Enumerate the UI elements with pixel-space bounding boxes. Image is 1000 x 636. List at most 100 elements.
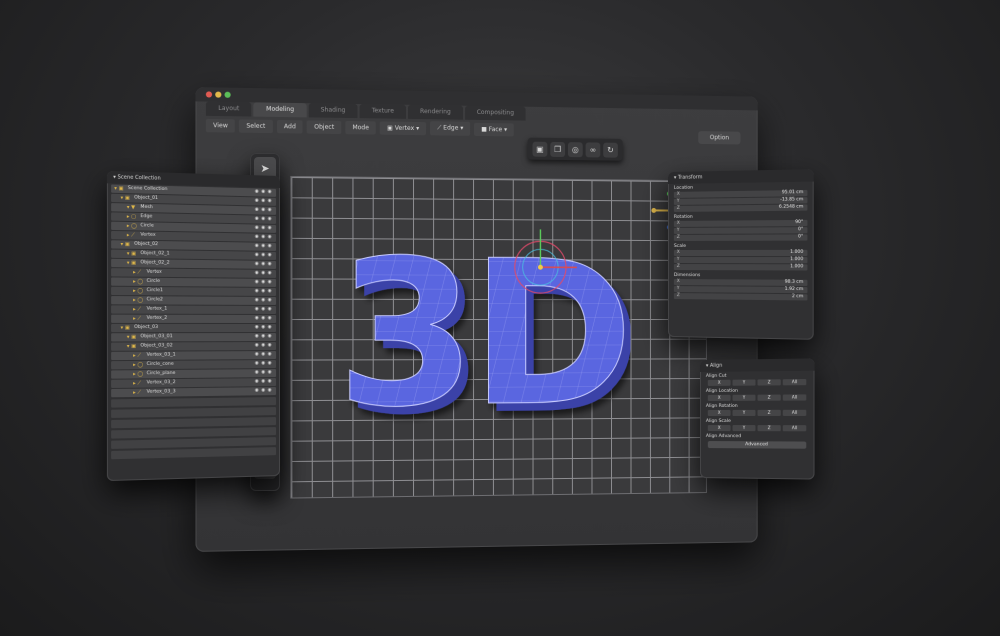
outliner-row[interactable]: ▸ ◯ Circle_plane ◉ ◉ ◉: [111, 369, 276, 379]
tab-shading[interactable]: Shading: [308, 103, 357, 118]
outliner-item-icon: ▸ ◯: [133, 297, 143, 303]
align-advanced-label: Align Advanced: [700, 432, 815, 440]
outliner-row[interactable]: ▸ ⟋ Vertex_2 ◉ ◉ ◉: [111, 315, 276, 323]
outliner-item-icon: ▾ ▣: [121, 325, 130, 331]
outliner-row[interactable]: ▸ ⟋ Vertex_1 ◉ ◉ ◉: [111, 305, 276, 314]
transform-section-rotation: Rotation: [668, 212, 814, 220]
tab-layout[interactable]: Layout: [206, 102, 252, 117]
visibility-toggle-icon[interactable]: ◉ ◉ ◉: [255, 361, 272, 366]
dimensions-y-field[interactable]: Y 1.92 cm: [674, 286, 808, 293]
field-value: 2 cm: [792, 294, 803, 299]
visibility-toggle-icon[interactable]: ◉ ◉ ◉: [255, 334, 272, 339]
outliner-item-label: Circle1: [147, 288, 163, 293]
menu-item-6[interactable]: ⟋ Edge ▾: [430, 121, 470, 136]
visibility-toggle-icon[interactable]: ◉ ◉ ◉: [255, 207, 272, 212]
align-x-button[interactable]: X: [708, 410, 731, 416]
outliner-row[interactable]: ▸ ◯ Circle ◉ ◉ ◉: [111, 277, 276, 287]
menu-item-2[interactable]: Add: [277, 119, 303, 133]
align-all-button[interactable]: All: [783, 394, 807, 400]
field-value: 90°: [795, 220, 803, 225]
rotation-z-field[interactable]: Z 0°: [674, 234, 808, 241]
menu-item-5[interactable]: ▣ Vertex ▾: [380, 121, 426, 135]
align-y-button[interactable]: Y: [733, 379, 756, 385]
align-x-button[interactable]: X: [708, 380, 731, 386]
refresh-icon[interactable]: ↻: [603, 142, 618, 157]
target-icon[interactable]: ◎: [568, 142, 583, 157]
tab-rendering[interactable]: Rendering: [408, 105, 463, 120]
visibility-toggle-icon[interactable]: ◉ ◉ ◉: [255, 280, 272, 285]
align-x-button[interactable]: X: [708, 425, 731, 431]
align-all-button[interactable]: All: [783, 379, 807, 385]
align-all-button[interactable]: All: [783, 425, 807, 431]
location-z-field[interactable]: Z 6.2548 cm: [674, 204, 808, 212]
outliner-row[interactable]: ▸ ◯ Circle1 ◉ ◉ ◉: [111, 287, 276, 296]
menu-item-7[interactable]: ■ Face ▾: [474, 122, 514, 136]
advanced-button[interactable]: Advanced: [708, 441, 806, 449]
scale-z-field[interactable]: Z 1.000: [674, 264, 808, 270]
visibility-toggle-icon[interactable]: ◉ ◉ ◉: [255, 262, 272, 267]
visibility-toggle-icon[interactable]: ◉ ◉ ◉: [255, 289, 272, 294]
dimensions-x-field[interactable]: X 98.3 cm: [674, 279, 808, 286]
visibility-toggle-icon[interactable]: ◉ ◉ ◉: [255, 388, 272, 393]
outliner-row[interactable]: ▾ ▣ Object_03_01 ◉ ◉ ◉: [111, 333, 276, 341]
visibility-toggle-icon[interactable]: ◉ ◉ ◉: [255, 316, 272, 321]
visibility-toggle-icon[interactable]: ◉ ◉ ◉: [255, 379, 272, 384]
visibility-toggle-icon[interactable]: ◉ ◉ ◉: [255, 198, 272, 203]
tab-texture[interactable]: Texture: [360, 104, 406, 119]
outliner-row[interactable]: ▸ ⟋ Vertex_03_1 ◉ ◉ ◉: [111, 351, 276, 360]
viewport-tool-cluster: ▣ ❐ ◎ ∞ ↻: [528, 138, 623, 161]
visibility-toggle-icon[interactable]: ◉ ◉ ◉: [255, 235, 272, 240]
visibility-toggle-icon[interactable]: ◉ ◉ ◉: [255, 343, 272, 348]
tab-compositing[interactable]: Compositing: [465, 106, 526, 121]
outliner-row[interactable]: ▾ ▣ Object_03_02 ◉ ◉ ◉: [111, 342, 276, 351]
menu-item-3[interactable]: Object: [307, 120, 341, 134]
align-y-button[interactable]: Y: [733, 395, 756, 401]
visibility-toggle-icon[interactable]: ◉ ◉ ◉: [255, 298, 272, 303]
align-section-label: Align Location: [700, 386, 815, 394]
outliner-row[interactable]: ▸ ⟋ Vertex_03_3 ◉ ◉ ◉: [111, 387, 276, 397]
scale-x-field[interactable]: X 1.000: [674, 250, 808, 256]
align-all-button[interactable]: All: [783, 410, 807, 416]
3d-text-model[interactable]: 3D 3D 3D: [332, 218, 630, 430]
3d-viewport[interactable]: 3D 3D 3D: [290, 176, 707, 499]
scale-y-field[interactable]: Y 1.000: [674, 257, 808, 263]
outliner-item-label: Vertex_1: [147, 307, 168, 312]
align-z-button[interactable]: Z: [758, 410, 781, 416]
align-section-label: Align Cut: [700, 371, 815, 379]
outliner-row[interactable]: ▸ ◯ Circle2 ◉ ◉ ◉: [111, 296, 276, 305]
visibility-toggle-icon[interactable]: ◉ ◉ ◉: [255, 271, 272, 276]
visibility-toggle-icon[interactable]: ◉ ◉ ◉: [255, 370, 272, 375]
rotation-y-field[interactable]: Y 0°: [674, 227, 808, 234]
align-x-button[interactable]: X: [708, 395, 731, 401]
visibility-toggle-icon[interactable]: ◉ ◉ ◉: [255, 307, 272, 312]
maximize-window-button[interactable]: [224, 92, 230, 98]
visibility-toggle-icon[interactable]: ◉ ◉ ◉: [255, 189, 272, 194]
close-window-button[interactable]: [206, 91, 212, 97]
dimensions-z-field[interactable]: Z 2 cm: [674, 293, 808, 300]
align-y-button[interactable]: Y: [733, 425, 756, 431]
option-button[interactable]: Option: [698, 131, 740, 144]
layers-icon[interactable]: ❐: [550, 141, 565, 156]
visibility-toggle-icon[interactable]: ◉ ◉ ◉: [255, 253, 272, 258]
rotation-x-field[interactable]: X 90°: [674, 220, 808, 227]
align-y-button[interactable]: Y: [733, 410, 756, 416]
outliner-row[interactable]: ▸ ⟋ Vertex ◉ ◉ ◉: [111, 268, 276, 278]
link-icon[interactable]: ∞: [586, 142, 601, 157]
frame-icon[interactable]: ▣: [533, 141, 548, 156]
align-z-button[interactable]: Z: [758, 395, 781, 401]
menu-item-0[interactable]: View: [206, 118, 235, 132]
visibility-toggle-icon[interactable]: ◉ ◉ ◉: [255, 226, 272, 231]
align-z-button[interactable]: Z: [758, 379, 781, 385]
outliner-item-icon: ▸ ⟋: [133, 306, 141, 312]
outliner-row[interactable]: ▸ ◯ Circle_cone ◉ ◉ ◉: [111, 360, 276, 369]
menu-item-1[interactable]: Select: [239, 119, 272, 133]
tab-modeling[interactable]: Modeling: [254, 102, 307, 117]
menu-item-4[interactable]: Mode: [345, 120, 376, 134]
outliner-row[interactable]: ▾ ▣ Object_03 ◉ ◉ ◉: [111, 324, 276, 332]
minimize-window-button[interactable]: [215, 92, 221, 98]
visibility-toggle-icon[interactable]: ◉ ◉ ◉: [255, 216, 272, 221]
align-z-button[interactable]: Z: [758, 425, 781, 431]
visibility-toggle-icon[interactable]: ◉ ◉ ◉: [255, 325, 272, 330]
visibility-toggle-icon[interactable]: ◉ ◉ ◉: [255, 352, 272, 357]
visibility-toggle-icon[interactable]: ◉ ◉ ◉: [255, 244, 272, 249]
